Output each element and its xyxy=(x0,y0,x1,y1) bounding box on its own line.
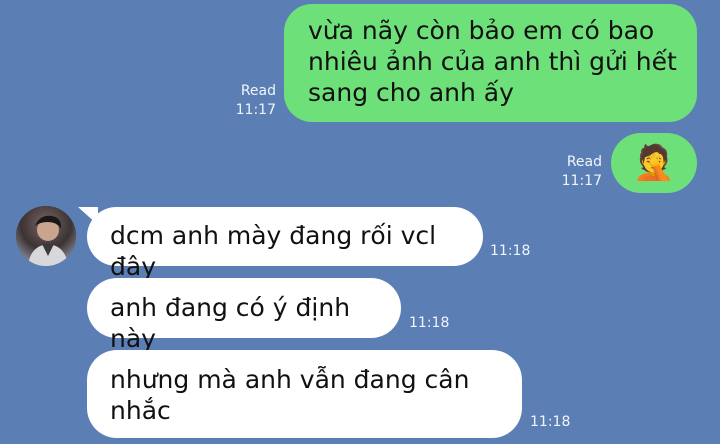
incoming-message-bubble[interactable]: anh đang có ý định này xyxy=(87,278,401,353)
face-palm-icon: 🤦 xyxy=(632,143,676,183)
read-receipt: Read 11:17 xyxy=(560,153,602,191)
message-time: 11:18 xyxy=(409,315,450,331)
incoming-message-bubble[interactable]: dcm anh mày đang rối vcl đây xyxy=(87,207,483,281)
message-time: 11:18 xyxy=(490,243,531,259)
outgoing-emoji-bubble[interactable]: 🤦 xyxy=(611,133,697,193)
message-text: nhưng mà anh vẫn đang cân nhắc xyxy=(110,365,470,425)
message-text: anh đang có ý định này xyxy=(110,293,351,353)
user-avatar-icon xyxy=(16,206,76,266)
contact-avatar[interactable] xyxy=(16,206,76,266)
message-time: 11:17 xyxy=(235,102,276,118)
outgoing-message-bubble[interactable]: vừa nãy còn bảo em có bao nhiêu ảnh của … xyxy=(284,4,697,122)
read-status: Read xyxy=(240,83,276,99)
message-time: 11:18 xyxy=(530,414,571,430)
message-time: 11:17 xyxy=(561,173,602,189)
message-text: vừa nãy còn bảo em có bao nhiêu ảnh của … xyxy=(308,16,677,107)
message-text: dcm anh mày đang rối vcl đây xyxy=(110,221,437,281)
read-status: Read xyxy=(566,154,602,170)
incoming-message-bubble[interactable]: nhưng mà anh vẫn đang cân nhắc xyxy=(87,350,522,438)
read-receipt: Read 11:17 xyxy=(234,82,276,120)
